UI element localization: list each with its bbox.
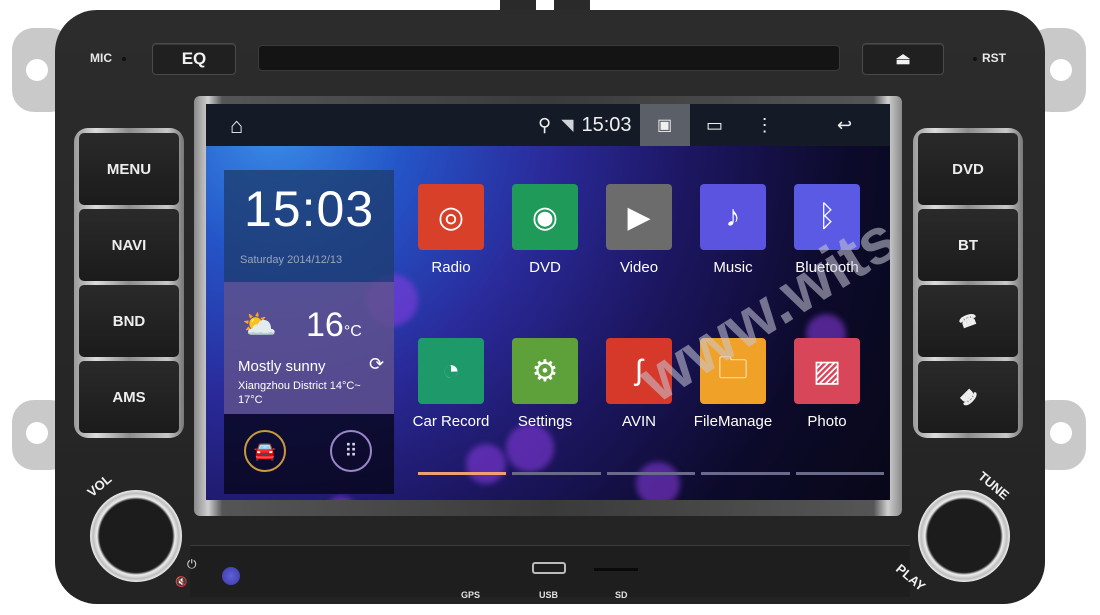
app-label: Settings <box>517 413 573 430</box>
volume-knob[interactable] <box>90 490 182 582</box>
refresh-icon[interactable]: ⟳ <box>369 354 384 375</box>
music-icon: ♪ <box>700 184 766 250</box>
temperature-unit: °C <box>343 323 362 340</box>
app-car-record[interactable]: ◔ Car Record <box>411 338 491 430</box>
app-photo[interactable]: ▨ Photo <box>787 338 867 430</box>
app-label: Photo <box>807 413 847 430</box>
tune-knob[interactable] <box>918 490 1010 582</box>
bokeh-light <box>326 496 356 500</box>
eject-button[interactable]: ⏏ <box>862 43 944 75</box>
page-indicator-segment[interactable] <box>418 472 507 475</box>
car-record-icon: ◔ <box>418 338 484 404</box>
clock-time: 15:03 <box>244 181 375 237</box>
app-radio[interactable]: ◎ Radio <box>411 184 491 276</box>
status-bar: ⌂ ⚲ ◥ 15:03 ▣ ▭ ⋮ ↩ <box>206 104 890 146</box>
app-avin[interactable]: ʃ AVIN <box>599 338 679 430</box>
mounting-hole <box>26 59 48 81</box>
photo-icon: ▨ <box>794 338 860 404</box>
page-indicator-segment[interactable] <box>512 472 601 475</box>
call-answer-button[interactable]: ☎ <box>918 285 1018 357</box>
bokeh-light <box>466 444 506 484</box>
app-music[interactable]: ♪ Music <box>693 184 773 276</box>
app-label: Car Record <box>412 413 490 430</box>
app-label: DVD <box>529 259 561 276</box>
bt-button[interactable]: BT <box>918 209 1018 281</box>
app-dvd[interactable]: ◉ DVD <box>505 184 585 276</box>
ams-button[interactable]: AMS <box>79 361 179 433</box>
app-label: FileManage <box>693 413 773 430</box>
mounting-hole <box>26 422 48 444</box>
bokeh-light <box>636 462 680 500</box>
navi-button[interactable]: NAVI <box>79 209 179 281</box>
rst-label: RST <box>982 51 1006 65</box>
clock-widget[interactable]: 15:03 Saturday 2014/12/13 <box>224 170 394 282</box>
bluetooth-icon: ᛒ <box>794 184 860 250</box>
eject-icon: ⏏ <box>895 51 911 68</box>
video-icon: ▶ <box>606 184 672 250</box>
screenshot-icon[interactable]: ▣ <box>639 104 690 146</box>
page-indicator-segment[interactable] <box>795 472 884 475</box>
app-video[interactable]: ▶ Video <box>599 184 679 276</box>
filemanage-icon: 🗀 <box>700 338 766 404</box>
location-icon: ⚲ <box>538 114 552 135</box>
call-hangup-icon: ☎ <box>955 384 981 410</box>
page-indicator-segment[interactable] <box>606 472 696 475</box>
apps-grid-icon: ⠿ <box>344 440 358 461</box>
sd-port-label: SD <box>615 590 628 600</box>
app-bluetooth[interactable]: ᛒ Bluetooth <box>787 184 867 276</box>
status-led <box>222 567 240 585</box>
weather-condition: Mostly sunny <box>238 358 326 375</box>
app-filemanage[interactable]: 🗀 FileManage <box>693 338 773 430</box>
overflow-menu-icon[interactable]: ⋮ <box>740 115 790 136</box>
all-apps-button[interactable]: ⠿ <box>330 430 372 472</box>
disc-slot <box>258 45 840 71</box>
usb-port-label: USB <box>539 590 559 600</box>
avin-icon: ʃ <box>606 338 672 404</box>
app-label: Music <box>713 259 753 276</box>
home-icon[interactable]: ⌂ <box>230 113 243 139</box>
dvd-icon: ◉ <box>512 184 578 250</box>
dvd-button[interactable]: DVD <box>918 133 1018 205</box>
status-time: 15:03 <box>581 113 632 136</box>
settings-icon: ⚙ <box>512 338 578 404</box>
radio-icon: ◎ <box>418 184 484 250</box>
weather-widget[interactable]: ⛅ 16°C Mostly sunny ⟳ Xiangzhou District… <box>224 282 394 414</box>
weather-temperature: 16°C <box>306 306 362 345</box>
sd-slot <box>594 568 638 571</box>
car-info-button[interactable]: 🚘 <box>244 430 286 472</box>
recents-icon[interactable]: ▭ <box>690 115 740 136</box>
clock-date: Saturday 2014/12/13 <box>240 254 343 266</box>
left-button-column: MENU NAVI BND AMS <box>74 128 184 438</box>
usb-port <box>532 562 566 574</box>
app-label: Radio <box>431 259 471 276</box>
wifi-icon: ◥ <box>561 117 574 134</box>
right-button-column: DVD BT ☎ ☎ <box>913 128 1023 438</box>
app-label: Bluetooth <box>795 259 859 276</box>
temperature-value: 16 <box>306 306 344 344</box>
bokeh-light <box>506 424 554 472</box>
mute-icon[interactable]: 🔇 <box>175 577 187 588</box>
touchscreen: ⌂ ⚲ ◥ 15:03 ▣ ▭ ⋮ ↩ 15:03 Saturday 2014/… <box>206 104 890 500</box>
mic-label: MIC <box>90 51 112 65</box>
partly-sunny-icon: ⛅ <box>242 309 277 340</box>
mounting-hole <box>1050 422 1072 444</box>
app-label: Video <box>619 259 659 276</box>
page-indicator-segment[interactable] <box>701 472 790 475</box>
back-icon[interactable]: ↩ <box>820 115 870 136</box>
reset-hole[interactable] <box>973 57 977 61</box>
call-hangup-button[interactable]: ☎ <box>918 361 1018 433</box>
car-icon: 🚘 <box>253 440 277 461</box>
call-answer-icon: ☎ <box>956 310 980 333</box>
app-label: AVIN <box>622 413 656 430</box>
app-settings[interactable]: ⚙ Settings <box>505 338 585 430</box>
gps-port-label: GPS <box>461 590 481 600</box>
dock: 🚘 ⠿ <box>224 414 394 494</box>
mic-hole <box>122 57 126 61</box>
weather-location: Xiangzhou District 14°C~ 17°C <box>238 380 361 406</box>
mounting-hole <box>1050 59 1072 81</box>
power-icon[interactable]: ⏻ <box>187 557 197 572</box>
eq-button[interactable]: EQ <box>152 43 236 75</box>
bnd-button[interactable]: BND <box>79 285 179 357</box>
menu-button[interactable]: MENU <box>79 133 179 205</box>
